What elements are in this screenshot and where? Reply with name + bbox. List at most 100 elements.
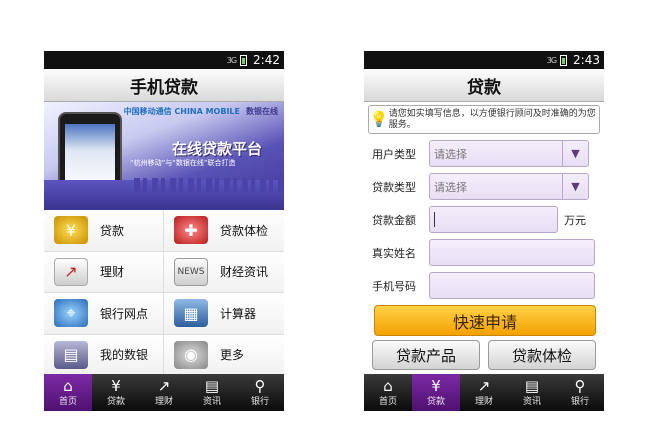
yuan-coins-icon: ¥ bbox=[54, 216, 88, 245]
tab-news[interactable]: ▤ 资讯 bbox=[188, 374, 236, 411]
tip-text: 请您如实填写信息，以方便银行顾问及时准确的为您服务。 bbox=[388, 108, 596, 130]
yuan-icon: ¥ bbox=[431, 377, 441, 395]
bottom-nav: ⌂ 首页 ¥ 贷款 ↗ 理财 ▤ 资讯 ⚲ 银行 bbox=[364, 374, 604, 411]
phone-row: 手机号码 bbox=[364, 269, 604, 302]
select-value: 请选择 bbox=[434, 180, 467, 194]
menu-item-label: 贷款体检 bbox=[220, 223, 269, 238]
loan-type-row: 贷款类型 请选择 ▼ bbox=[364, 170, 604, 203]
tab-news[interactable]: ▤ 资讯 bbox=[508, 374, 556, 411]
user-type-label: 用户类型 bbox=[372, 147, 416, 161]
menu-grid: ¥ 贷款 ✚ 贷款体检 ↗ 理财 NEWS 财经资讯 ⌖ 银行网点 ▦ 计算器 … bbox=[44, 210, 284, 376]
menu-item-my-account[interactable]: ▤ 我的数银 bbox=[44, 334, 164, 376]
menu-item-label: 我的数银 bbox=[100, 348, 149, 363]
phone-label: 手机号码 bbox=[372, 279, 416, 293]
menu-item-news[interactable]: NEWS 财经资讯 bbox=[164, 251, 284, 293]
loan-type-label: 贷款类型 bbox=[372, 180, 416, 194]
clock: 2:43 bbox=[573, 53, 600, 67]
tab-label: 贷款 bbox=[426, 397, 445, 407]
page-title: 手机贷款 bbox=[44, 69, 284, 102]
loan-checkup-button[interactable]: 贷款体检 bbox=[488, 340, 596, 370]
chevron-down-icon[interactable]: ▼ bbox=[562, 174, 588, 199]
clock: 2:42 bbox=[253, 53, 280, 67]
tab-loan[interactable]: ¥ 贷款 bbox=[412, 374, 460, 411]
name-label: 真实姓名 bbox=[372, 246, 416, 260]
battery-icon bbox=[560, 54, 568, 66]
amount-label: 贷款金额 bbox=[372, 213, 416, 227]
tab-label: 贷款 bbox=[106, 397, 125, 407]
status-bar: 3G 2:42 bbox=[44, 51, 284, 69]
tab-home[interactable]: ⌂ 首页 bbox=[44, 374, 92, 411]
tab-label: 首页 bbox=[378, 397, 397, 407]
menu-item-label: 理财 bbox=[100, 265, 125, 280]
user-type-select[interactable]: 请选择 ▼ bbox=[429, 140, 589, 167]
menu-item-finance[interactable]: ↗ 理财 bbox=[44, 251, 164, 293]
trend-icon: ↗ bbox=[157, 377, 171, 395]
tab-label: 银行 bbox=[250, 397, 269, 407]
tab-label: 理财 bbox=[474, 397, 493, 407]
chevron-down-icon[interactable]: ▼ bbox=[562, 141, 588, 166]
menu-item-more[interactable]: ◉ 更多 bbox=[164, 334, 284, 376]
menu-item-label: 更多 bbox=[220, 348, 245, 363]
menu-item-branches[interactable]: ⌖ 银行网点 bbox=[44, 293, 164, 335]
yuan-icon: ¥ bbox=[111, 377, 121, 395]
tab-label: 理财 bbox=[154, 397, 173, 407]
menu-item-calculator[interactable]: ▦ 计算器 bbox=[164, 293, 284, 335]
status-bar: 3G 2:43 bbox=[364, 51, 604, 69]
tab-label: 资讯 bbox=[202, 397, 221, 407]
menu-item-label: 财经资讯 bbox=[220, 265, 269, 280]
tab-finance[interactable]: ↗ 理财 bbox=[140, 374, 188, 411]
name-row: 真实姓名 bbox=[364, 236, 604, 269]
china-mobile-logo: 中国移动通信 CHINA MOBILE bbox=[123, 107, 240, 116]
menu-item-label: 计算器 bbox=[220, 306, 257, 321]
tab-finance[interactable]: ↗ 理财 bbox=[460, 374, 508, 411]
tab-loan[interactable]: ¥ 贷款 bbox=[92, 374, 140, 411]
home-icon: ⌂ bbox=[383, 377, 393, 395]
news-envelope-icon: NEWS bbox=[174, 257, 208, 286]
tab-bank[interactable]: ⚲ 银行 bbox=[556, 374, 604, 411]
text-caret bbox=[434, 212, 435, 227]
battery-icon bbox=[240, 54, 248, 66]
loan-type-select[interactable]: 请选择 ▼ bbox=[429, 173, 589, 200]
user-type-row: 用户类型 请选择 ▼ bbox=[364, 137, 604, 170]
page-title: 贷款 bbox=[364, 69, 604, 102]
banner-subheading: “杭州移动”与“数银在线”联合打造 bbox=[130, 159, 236, 167]
partner-logos: 中国移动通信 CHINA MOBILE 数银在线 bbox=[124, 106, 278, 117]
menu-item-loan-checkup[interactable]: ✚ 贷款体检 bbox=[164, 210, 284, 252]
home-icon: ⌂ bbox=[63, 377, 73, 395]
more-icon: ◉ bbox=[174, 340, 208, 369]
location-icon: ⚲ bbox=[574, 377, 586, 395]
loan-products-button[interactable]: 贷款产品 bbox=[372, 340, 480, 370]
trend-icon: ↗ bbox=[477, 377, 491, 395]
location-icon: ⚲ bbox=[254, 377, 266, 395]
document-icon: ▤ bbox=[204, 377, 220, 395]
banner-heading: 在线贷款平台 bbox=[172, 140, 263, 158]
promo-banner[interactable]: 中国移动通信 CHINA MOBILE 数银在线 在线贷款平台 “杭州移动”与“… bbox=[44, 102, 284, 210]
personal-account-icon: ▤ bbox=[54, 340, 88, 369]
tab-bank[interactable]: ⚲ 银行 bbox=[236, 374, 284, 411]
amount-input[interactable] bbox=[429, 206, 558, 233]
home-screen: 3G 2:42 手机贷款 中国移动通信 CHINA MOBILE 数银在线 在线… bbox=[44, 51, 284, 411]
signal-icon: 3G bbox=[226, 55, 237, 65]
select-value: 请选择 bbox=[434, 147, 467, 161]
document-icon: ▤ bbox=[524, 377, 540, 395]
amount-row: 贷款金额 万元 bbox=[364, 203, 604, 236]
city-skyline bbox=[44, 178, 284, 210]
phone-input[interactable] bbox=[429, 272, 595, 299]
menu-item-label: 贷款 bbox=[100, 223, 125, 238]
tab-home[interactable]: ⌂ 首页 bbox=[364, 374, 412, 411]
info-tip: 💡 请您如实填写信息，以方便银行顾问及时准确的为您服务。 bbox=[368, 105, 600, 134]
name-input[interactable] bbox=[429, 239, 595, 266]
menu-item-loan[interactable]: ¥ 贷款 bbox=[44, 210, 164, 252]
tab-label: 资讯 bbox=[522, 397, 541, 407]
amount-unit: 万元 bbox=[564, 213, 586, 227]
bottom-nav: ⌂ 首页 ¥ 贷款 ↗ 理财 ▤ 资讯 ⚲ 银行 bbox=[44, 374, 284, 411]
quick-apply-button[interactable]: 快速申请 bbox=[374, 305, 596, 336]
medical-check-icon: ✚ bbox=[174, 216, 208, 245]
lightbulb-icon: 💡 bbox=[369, 110, 389, 128]
tab-label: 银行 bbox=[570, 397, 589, 407]
secondary-actions: 贷款产品 贷款体检 bbox=[372, 340, 596, 370]
menu-item-label: 银行网点 bbox=[100, 306, 149, 321]
finance-chart-icon: ↗ bbox=[54, 257, 88, 286]
shuyin-logo: 数银在线 bbox=[246, 107, 278, 116]
signal-icon: 3G bbox=[546, 55, 557, 65]
